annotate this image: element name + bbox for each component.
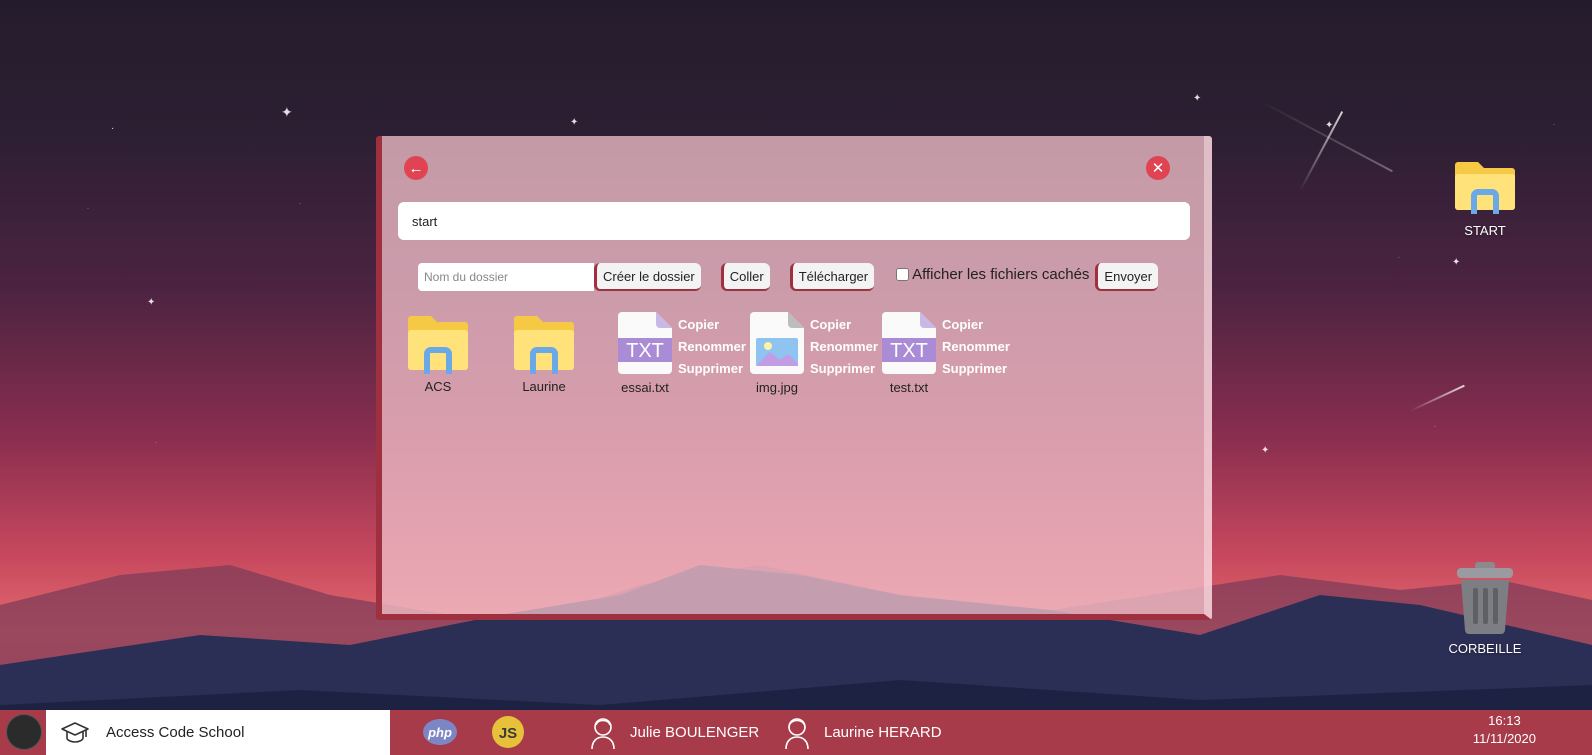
start-menu-button[interactable] bbox=[6, 714, 42, 750]
user-name: Laurine HERARD bbox=[824, 724, 942, 741]
send-button[interactable]: Envoyer bbox=[1095, 263, 1159, 291]
delete-action[interactable]: Supprimer bbox=[678, 358, 746, 380]
delete-action[interactable]: Supprimer bbox=[810, 358, 878, 380]
shooting-star bbox=[1409, 384, 1465, 412]
arrow-left-icon: ← bbox=[408, 159, 424, 177]
close-icon: ✕ bbox=[1151, 160, 1165, 177]
copy-action[interactable]: Copier bbox=[942, 314, 1010, 336]
create-folder-button[interactable]: Créer le dossier bbox=[594, 263, 701, 291]
folder-icon bbox=[514, 316, 574, 374]
star: ✦ bbox=[570, 117, 579, 128]
user-laurine[interactable]: Laurine HERARD bbox=[784, 710, 942, 755]
copy-action[interactable]: Copier bbox=[810, 314, 878, 336]
star: ✦ bbox=[1452, 257, 1461, 268]
star: ✦ bbox=[281, 104, 293, 120]
copy-action[interactable]: Copier bbox=[678, 314, 746, 336]
delete-action[interactable]: Supprimer bbox=[942, 358, 1010, 380]
php-app-button[interactable]: php bbox=[422, 714, 458, 750]
txt-badge: TXT bbox=[626, 340, 664, 362]
clock: 16:13 11/11/2020 bbox=[1473, 712, 1536, 748]
folder-icon bbox=[1455, 162, 1515, 214]
rename-action[interactable]: Renommer bbox=[942, 336, 1010, 358]
txt-badge: TXT bbox=[890, 340, 928, 362]
folder-icon bbox=[408, 316, 468, 374]
shooting-star bbox=[1259, 100, 1393, 173]
folder-name: Laurine bbox=[522, 379, 566, 394]
paste-button[interactable]: Coller bbox=[720, 263, 770, 291]
clock-time: 16:13 bbox=[1488, 713, 1521, 728]
show-hidden-label: Afficher les fichiers cachés bbox=[912, 265, 1090, 283]
folder-item[interactable]: Laurine bbox=[508, 312, 580, 394]
show-hidden-files-option[interactable]: Afficher les fichiers cachés bbox=[896, 266, 1089, 283]
php-icon: php bbox=[423, 719, 457, 745]
rename-action[interactable]: Renommer bbox=[810, 336, 878, 358]
file-item[interactable]: TXT essai.txt Copier Renommer Supprimer bbox=[618, 312, 758, 402]
php-label: php bbox=[427, 725, 452, 740]
js-app-button[interactable]: JS bbox=[490, 714, 526, 750]
star: ✦ bbox=[1193, 93, 1202, 104]
school-tab[interactable]: Access Code School bbox=[46, 710, 390, 755]
star: · bbox=[87, 206, 89, 212]
desktop-icon-start[interactable]: START bbox=[1440, 152, 1530, 238]
js-icon: JS bbox=[492, 716, 524, 748]
clock-date: 11/11/2020 bbox=[1472, 731, 1536, 746]
file-item[interactable]: TXT test.txt Copier Renommer Supprimer bbox=[882, 312, 1022, 402]
shooting-star bbox=[1299, 111, 1344, 192]
file-item[interactable]: img.jpg Copier Renommer Supprimer bbox=[750, 312, 890, 402]
desktop-icon-label: CORBEILLE bbox=[1448, 641, 1522, 656]
file-name: essai.txt bbox=[621, 380, 669, 395]
star: · bbox=[1434, 424, 1436, 430]
taskbar: Access Code School php JS Julie BOULENGE… bbox=[0, 710, 1592, 755]
show-hidden-checkbox[interactable] bbox=[896, 267, 910, 281]
file-actions: Copier Renommer Supprimer bbox=[678, 314, 746, 380]
folder-name: ACS bbox=[424, 379, 452, 394]
file-name: img.jpg bbox=[756, 380, 798, 395]
star: ✦ bbox=[147, 297, 156, 308]
user-name: Julie BOULENGER bbox=[630, 724, 760, 741]
user-avatar-icon bbox=[785, 717, 809, 749]
rename-action[interactable]: Renommer bbox=[678, 336, 746, 358]
image-file-icon bbox=[750, 312, 804, 374]
file-explorer-window: ← ✕ start Créer le dossier Coller Téléch… bbox=[376, 136, 1212, 620]
file-name: test.txt bbox=[889, 380, 929, 395]
trash-icon bbox=[1457, 562, 1513, 634]
close-button[interactable]: ✕ bbox=[1146, 156, 1170, 180]
school-name: Access Code School bbox=[106, 724, 245, 741]
txt-file-icon: TXT bbox=[882, 312, 936, 374]
star: · bbox=[299, 201, 301, 207]
star: · bbox=[1398, 255, 1400, 261]
user-avatar-icon bbox=[591, 717, 615, 749]
js-label: JS bbox=[499, 725, 517, 742]
graduation-cap-icon bbox=[61, 721, 89, 743]
star: · bbox=[1553, 122, 1555, 128]
file-actions: Copier Renommer Supprimer bbox=[810, 314, 878, 380]
file-actions: Copier Renommer Supprimer bbox=[942, 314, 1010, 380]
folder-item[interactable]: ACS bbox=[402, 312, 474, 394]
star: · bbox=[155, 440, 157, 446]
toolbar: Créer le dossier Coller Télécharger Affi… bbox=[418, 262, 1159, 292]
user-julie[interactable]: Julie BOULENGER bbox=[590, 710, 759, 755]
path-bar[interactable]: start bbox=[398, 202, 1190, 240]
back-button[interactable]: ← bbox=[404, 156, 428, 180]
desktop-icon-trash[interactable]: CORBEILLE bbox=[1440, 560, 1530, 656]
upload-button[interactable]: Télécharger bbox=[789, 263, 875, 291]
star: · bbox=[111, 123, 115, 134]
desktop-icon-label: START bbox=[1464, 223, 1506, 238]
folder-name-input[interactable] bbox=[418, 263, 594, 291]
txt-file-icon: TXT bbox=[618, 312, 672, 374]
star: ✦ bbox=[1261, 445, 1270, 456]
